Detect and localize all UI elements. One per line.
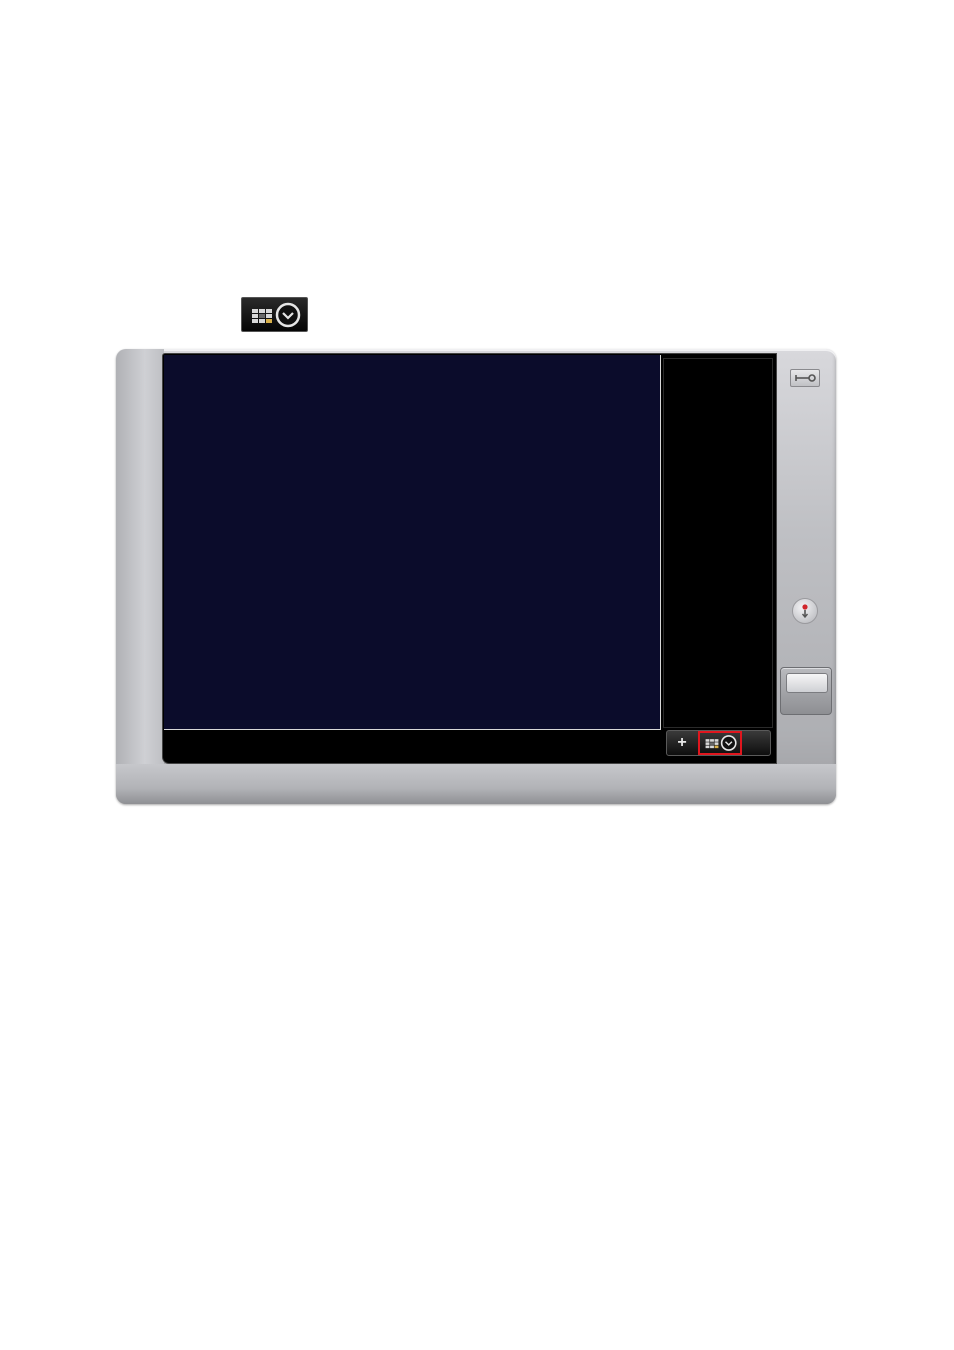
schedule-grid-clock-icon bbox=[705, 735, 737, 751]
main-hardware-button[interactable] bbox=[780, 667, 832, 715]
schedule-icon-reference bbox=[241, 297, 308, 332]
schedule-grid-clock-icon bbox=[252, 302, 301, 328]
left-bezel bbox=[116, 349, 164, 804]
bottom-bezel bbox=[116, 764, 836, 804]
settings-button[interactable] bbox=[790, 369, 820, 387]
plus-icon: + bbox=[677, 734, 687, 751]
video-view-area[interactable] bbox=[164, 355, 661, 730]
camera-list-panel[interactable] bbox=[663, 358, 773, 728]
panel-toolbar: + bbox=[666, 730, 771, 756]
schedule-button[interactable] bbox=[698, 731, 742, 755]
display-screen: + bbox=[163, 354, 776, 763]
dvr-client-window: + bbox=[116, 349, 836, 804]
record-dot-icon bbox=[801, 604, 809, 619]
wrench-icon bbox=[795, 374, 816, 382]
rectangular-key-icon bbox=[786, 673, 828, 693]
add-button[interactable]: + bbox=[673, 732, 691, 754]
record-button[interactable] bbox=[792, 598, 818, 624]
